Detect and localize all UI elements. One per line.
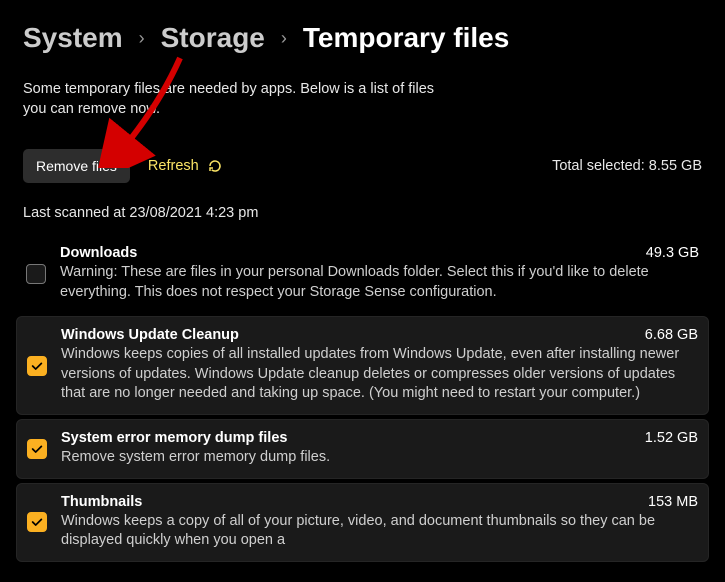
item-size: 6.68 GB [645, 327, 698, 343]
action-row: Remove files Refresh Total selected: 8.5… [0, 119, 725, 183]
check-icon [30, 515, 44, 529]
item-desc: Warning: These are files in your persona… [60, 263, 699, 302]
breadcrumb-system[interactable]: System [23, 22, 123, 54]
total-selected-label: Total selected: [552, 158, 645, 174]
total-selected: Total selected: 8.55 GB [552, 158, 702, 174]
page-description: Some temporary files are needed by apps.… [0, 62, 480, 119]
item-downloads[interactable]: Downloads 49.3 GB Warning: These are fil… [16, 235, 709, 312]
last-scanned-label: Last scanned at 23/08/2021 4:23 pm [0, 183, 725, 221]
item-title: Downloads [60, 245, 137, 261]
item-thumbnails[interactable]: Thumbnails 153 MB Windows keeps a copy o… [16, 483, 709, 562]
checkbox-windows-update-cleanup[interactable] [27, 356, 47, 376]
item-size: 49.3 GB [646, 245, 699, 261]
refresh-icon [207, 158, 223, 174]
checkbox-downloads[interactable] [26, 264, 46, 284]
item-content: Downloads 49.3 GB Warning: These are fil… [60, 245, 699, 302]
total-selected-value: 8.55 GB [649, 158, 702, 174]
refresh-label: Refresh [148, 158, 199, 174]
item-size: 153 MB [648, 494, 698, 510]
remove-files-button[interactable]: Remove files [23, 149, 130, 183]
item-title: Windows Update Cleanup [61, 327, 239, 343]
chevron-right-icon: › [281, 28, 287, 49]
temp-files-list: Downloads 49.3 GB Warning: These are fil… [0, 221, 725, 562]
checkbox-thumbnails[interactable] [27, 512, 47, 532]
item-content: Thumbnails 153 MB Windows keeps a copy o… [61, 494, 698, 551]
breadcrumb-current: Temporary files [303, 22, 509, 54]
breadcrumb: System › Storage › Temporary files [0, 0, 725, 62]
item-content: Windows Update Cleanup 6.68 GB Windows k… [61, 327, 698, 404]
check-icon [30, 359, 44, 373]
refresh-button[interactable]: Refresh [148, 158, 223, 174]
item-size: 1.52 GB [645, 430, 698, 446]
item-title: System error memory dump files [61, 430, 287, 446]
chevron-right-icon: › [139, 28, 145, 49]
item-desc: Windows keeps copies of all installed up… [61, 345, 698, 404]
item-content: System error memory dump files 1.52 GB R… [61, 430, 698, 468]
item-desc: Windows keeps a copy of all of your pict… [61, 512, 698, 551]
item-system-error-dump[interactable]: System error memory dump files 1.52 GB R… [16, 419, 709, 479]
check-icon [30, 442, 44, 456]
item-desc: Remove system error memory dump files. [61, 448, 698, 468]
item-title: Thumbnails [61, 494, 142, 510]
item-windows-update-cleanup[interactable]: Windows Update Cleanup 6.68 GB Windows k… [16, 316, 709, 415]
breadcrumb-storage[interactable]: Storage [161, 22, 265, 54]
checkbox-system-error-dump[interactable] [27, 439, 47, 459]
